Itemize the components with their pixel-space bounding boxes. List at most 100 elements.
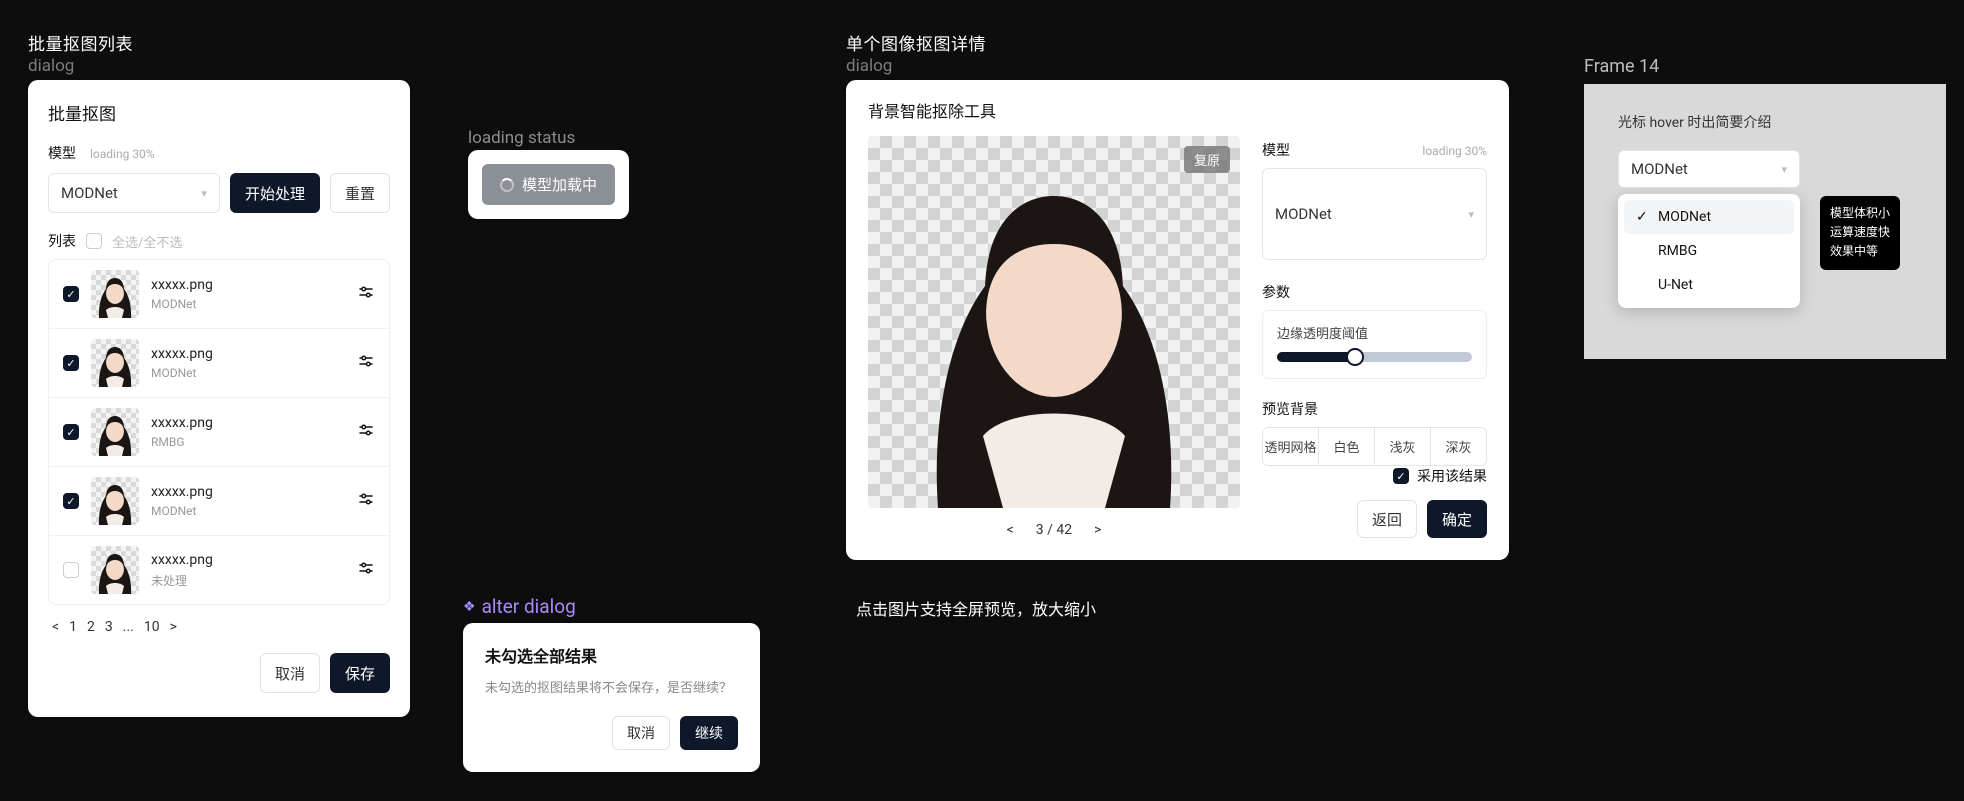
- single-model-loading: loading 30%: [1422, 144, 1487, 158]
- item-meta: MODNet: [151, 504, 345, 518]
- model-loading-text: loading 30%: [90, 147, 155, 161]
- pager-page[interactable]: 10: [144, 619, 160, 635]
- slider-knob[interactable]: [1346, 348, 1364, 366]
- loading-pill: 模型加载中: [482, 164, 615, 205]
- adopt-checkbox[interactable]: ✓: [1393, 468, 1409, 484]
- model-select-value: MODNet: [61, 184, 118, 202]
- single-model-label: 模型: [1262, 140, 1290, 160]
- list-item[interactable]: ✓ xxxxx.png RMBG: [49, 397, 389, 466]
- param-name: 边缘透明度阈值: [1277, 323, 1472, 342]
- restore-button[interactable]: 复原: [1184, 146, 1230, 173]
- bg-option-white[interactable]: 白色: [1318, 428, 1374, 465]
- pager-page[interactable]: 2: [87, 619, 95, 635]
- single-heading: 背景智能抠除工具: [868, 98, 1487, 122]
- item-meta: MODNet: [151, 366, 345, 380]
- dropdown-option-label: U-Net: [1658, 277, 1693, 293]
- pager-prev[interactable]: <: [52, 619, 59, 635]
- list-item[interactable]: ✓ xxxxx.pngMODNet: [49, 328, 389, 397]
- frame14-model-select[interactable]: MODNet ▾: [1618, 150, 1800, 188]
- batch-list: ✓ xxxxx.pngMODNet ✓ xxxxx.pngMODNet ✓ xx…: [48, 259, 390, 605]
- reset-button[interactable]: 重置: [330, 173, 390, 213]
- item-checkbox[interactable]: ✓: [63, 355, 79, 371]
- chevron-down-icon: ▾: [1781, 163, 1787, 176]
- ok-button[interactable]: 确定: [1427, 500, 1487, 538]
- pager-dots: ...: [123, 619, 134, 635]
- tooltip-line: 模型体积小: [1830, 204, 1890, 223]
- item-checkbox[interactable]: [63, 562, 79, 578]
- spinner-icon: [500, 178, 514, 192]
- check-icon: ✓: [1636, 209, 1650, 225]
- sliders-icon[interactable]: [357, 352, 375, 374]
- dropdown-option-rmbg[interactable]: RMBG: [1624, 234, 1794, 268]
- section-title-frame14: Frame 14: [1584, 56, 1659, 77]
- section-sub-batch: dialog: [28, 56, 74, 76]
- alter-cancel-button[interactable]: 取消: [612, 716, 670, 750]
- alter-dialog-label: alter dialog: [482, 595, 576, 618]
- sliders-icon[interactable]: [357, 283, 375, 305]
- item-text: xxxxx.pngMODNet: [151, 346, 345, 380]
- cancel-button[interactable]: 取消: [260, 653, 320, 693]
- sliders-icon[interactable]: [357, 559, 375, 581]
- chevron-down-icon: ▾: [1468, 208, 1474, 221]
- single-model-value: MODNet: [1275, 205, 1332, 223]
- list-item[interactable]: xxxxx.png未处理: [49, 535, 389, 604]
- pager: < 1 2 3 ... 10 >: [48, 605, 390, 637]
- list-label: 列表: [48, 231, 76, 251]
- list-item[interactable]: ✓ xxxxx.png MODNet: [49, 260, 389, 328]
- batch-heading: 批量抠图: [48, 100, 390, 125]
- adopt-label: 采用该结果: [1417, 466, 1487, 486]
- dropdown-option-unet[interactable]: U-Net: [1624, 268, 1794, 302]
- preview-prev[interactable]: <: [1007, 522, 1014, 538]
- alter-body: 未勾选的抠图结果将不会保存，是否继续？: [485, 677, 738, 696]
- preview-counter: 3 / 42: [1036, 522, 1072, 538]
- dropdown-option-label: MODNet: [1658, 209, 1711, 225]
- item-thumbnail[interactable]: [91, 546, 139, 594]
- pager-next[interactable]: >: [170, 619, 177, 635]
- item-filename: xxxxx.png: [151, 484, 345, 500]
- threshold-slider[interactable]: [1277, 352, 1472, 362]
- item-filename: xxxxx.png: [151, 415, 345, 431]
- portrait-placeholder-icon: [868, 136, 1240, 508]
- sliders-icon[interactable]: [357, 490, 375, 512]
- item-checkbox[interactable]: ✓: [63, 286, 79, 302]
- item-filename: xxxxx.png: [151, 277, 345, 293]
- dropdown-option-label: RMBG: [1658, 243, 1697, 259]
- item-meta: RMBG: [151, 435, 345, 449]
- sliders-icon[interactable]: [357, 421, 375, 443]
- select-all-checkbox[interactable]: [86, 233, 102, 249]
- bg-option-transparent[interactable]: 透明网格: [1263, 428, 1318, 465]
- alter-continue-button[interactable]: 继续: [680, 716, 738, 750]
- item-meta: MODNet: [151, 297, 345, 311]
- item-thumbnail[interactable]: [91, 477, 139, 525]
- save-button[interactable]: 保存: [330, 653, 390, 693]
- pager-page[interactable]: 3: [105, 619, 113, 635]
- model-dropdown: ✓ MODNet RMBG U-Net: [1618, 194, 1800, 308]
- section-title-batch: 批量抠图列表: [28, 30, 133, 55]
- list-item[interactable]: ✓ xxxxx.png MODNet: [49, 466, 389, 535]
- batch-dialog: 批量抠图 模型 loading 30% MODNet ▾ 开始处理 重置 列表 …: [28, 80, 410, 717]
- dropdown-option-modnet[interactable]: ✓ MODNet: [1624, 200, 1794, 234]
- bg-option-lightgray[interactable]: 浅灰: [1374, 428, 1430, 465]
- item-thumbnail[interactable]: [91, 339, 139, 387]
- item-checkbox[interactable]: ✓: [63, 493, 79, 509]
- bg-segmented: 透明网格 白色 浅灰 深灰: [1262, 427, 1487, 466]
- item-filename: xxxxx.png: [151, 552, 345, 568]
- bg-option-darkgray[interactable]: 深灰: [1430, 428, 1486, 465]
- back-button[interactable]: 返回: [1357, 500, 1417, 538]
- single-model-select[interactable]: MODNet ▾: [1262, 168, 1487, 260]
- section-title-single: 单个图像抠图详情: [846, 30, 986, 55]
- loading-text: 模型加载中: [522, 174, 597, 195]
- single-dialog: 背景智能抠除工具 复原 < 3 / 42 > 模型 loading 30: [846, 80, 1509, 560]
- diamond-icon: ❖: [463, 599, 476, 615]
- start-button[interactable]: 开始处理: [230, 173, 320, 213]
- frame14-model-value: MODNet: [1631, 160, 1688, 178]
- bg-label: 预览背景: [1262, 399, 1487, 419]
- frame14: 光标 hover 时出简要介绍 MODNet ▾ ✓ MODNet RMBG U…: [1584, 84, 1946, 359]
- preview-image[interactable]: 复原: [868, 136, 1240, 508]
- item-thumbnail[interactable]: [91, 408, 139, 456]
- preview-next[interactable]: >: [1094, 522, 1101, 538]
- item-checkbox[interactable]: ✓: [63, 424, 79, 440]
- model-select[interactable]: MODNet ▾: [48, 173, 220, 213]
- pager-page[interactable]: 1: [69, 619, 77, 635]
- item-thumbnail[interactable]: [91, 270, 139, 318]
